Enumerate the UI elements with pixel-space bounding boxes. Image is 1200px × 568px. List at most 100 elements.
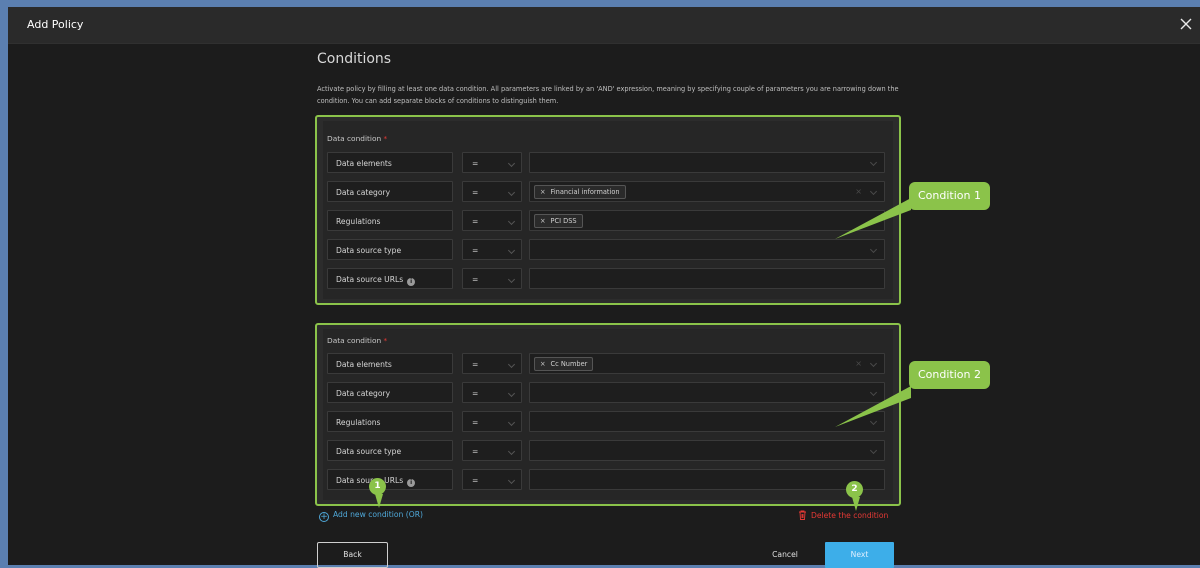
close-icon[interactable] [1178, 16, 1194, 32]
operator-select[interactable]: = [462, 382, 522, 403]
chevron-down-icon [507, 389, 516, 398]
badge-pointer [375, 494, 383, 508]
tag-label: PCI DSS [550, 217, 577, 225]
chevron-down-icon [507, 447, 516, 456]
back-button[interactable]: Back [317, 542, 388, 568]
callout-pointer [835, 386, 911, 427]
add-condition-label: Add new condition (OR) [333, 510, 423, 519]
param-data-category: Data category [327, 181, 453, 202]
operator-select[interactable]: = [462, 152, 522, 173]
modal-content: Conditions Activate policy by filling at… [8, 44, 1200, 568]
param-regulations: Regulations [327, 210, 453, 231]
operator-select[interactable]: = [462, 181, 522, 202]
badge-pointer [852, 497, 860, 511]
next-button[interactable]: Next [825, 542, 894, 568]
value-select[interactable]: × Financial information × [529, 181, 885, 202]
operator-select[interactable]: = [462, 353, 522, 374]
operator-value: = [472, 188, 479, 197]
param-regulations: Regulations [327, 411, 453, 432]
cancel-button[interactable]: Cancel [760, 542, 810, 568]
param-label: Data source URLs [336, 275, 404, 284]
callout-condition-2: Condition 2 [909, 361, 990, 389]
chevron-down-icon [507, 159, 516, 168]
chevron-down-icon [507, 217, 516, 226]
value-select[interactable] [529, 382, 885, 403]
operator-select[interactable]: = [462, 469, 522, 490]
operator-value: = [472, 476, 479, 485]
required-mark: * [383, 134, 388, 143]
modal-title: Add Policy [27, 18, 84, 31]
delete-condition-label: Delete the condition [811, 511, 889, 520]
chevron-down-icon [507, 188, 516, 197]
operator-select[interactable]: = [462, 411, 522, 432]
chevron-down-icon [869, 158, 878, 167]
tag-remove-icon[interactable]: × [540, 360, 546, 368]
info-icon[interactable]: i [407, 278, 416, 286]
chevron-down-icon [507, 246, 516, 255]
value-select[interactable] [529, 411, 885, 432]
value-select[interactable] [529, 440, 885, 461]
chevron-down-icon [507, 418, 516, 427]
param-data-elements: Data elements [327, 353, 453, 374]
value-select[interactable]: × PCI DSS [529, 210, 885, 231]
clear-icon[interactable]: × [855, 359, 862, 368]
plus-circle-icon: + [319, 512, 329, 522]
section-description: Activate policy by filling at least one … [317, 85, 899, 105]
value-input[interactable] [529, 469, 885, 490]
param-label: Data category [336, 389, 391, 398]
param-data-source-urls: Data source URLs i [327, 268, 453, 289]
param-data-source-type: Data source type [327, 239, 453, 260]
operator-value: = [472, 246, 479, 255]
step-badge-1: 1 [369, 478, 386, 495]
chevron-down-icon [507, 476, 516, 485]
trash-icon [798, 510, 807, 522]
value-select[interactable] [529, 152, 885, 173]
param-data-source-type: Data source type [327, 440, 453, 461]
operator-select[interactable]: = [462, 239, 522, 260]
operator-value: = [472, 159, 479, 168]
value-select[interactable] [529, 239, 885, 260]
value-tag: × Financial information [534, 185, 626, 199]
param-data-category: Data category [327, 382, 453, 403]
operator-value: = [472, 217, 479, 226]
operator-value: = [472, 418, 479, 427]
value-input[interactable] [529, 268, 885, 289]
tag-remove-icon[interactable]: × [540, 188, 546, 196]
condition-block-2: Data condition * Data elements = × Cc Num… [315, 323, 901, 506]
param-data-source-urls: Data source URLs i [327, 469, 453, 490]
param-label: Regulations [336, 418, 381, 427]
callout-condition-1: Condition 1 [909, 182, 990, 210]
operator-value: = [472, 275, 479, 284]
value-tag: × Cc Number [534, 357, 594, 371]
operator-value: = [472, 389, 479, 398]
add-condition-link[interactable]: + Add new condition (OR) [319, 510, 423, 522]
param-label: Data elements [336, 360, 392, 369]
param-label: Data source type [336, 246, 402, 255]
condition-label: Data condition * [327, 336, 387, 345]
operator-select[interactable]: = [462, 268, 522, 289]
param-label: Regulations [336, 217, 381, 226]
chevron-down-icon [507, 360, 516, 369]
operator-value: = [472, 360, 479, 369]
clear-icon[interactable]: × [855, 187, 862, 196]
chevron-down-icon [869, 446, 878, 455]
param-data-elements: Data elements [327, 152, 453, 173]
step-badge-2: 2 [846, 481, 863, 498]
param-label: Data elements [336, 159, 392, 168]
operator-select[interactable]: = [462, 210, 522, 231]
required-mark: * [383, 336, 388, 345]
chevron-down-icon [869, 359, 878, 368]
info-icon[interactable]: i [407, 479, 416, 487]
operator-select[interactable]: = [462, 440, 522, 461]
operator-value: = [472, 447, 479, 456]
chevron-down-icon [869, 187, 878, 196]
section-title: Conditions [317, 51, 392, 67]
tag-remove-icon[interactable]: × [540, 217, 546, 225]
condition-block-1: Data condition * Data elements = Data ca… [315, 115, 901, 305]
callout-pointer [835, 198, 911, 239]
delete-condition-link[interactable]: Delete the condition [798, 510, 888, 522]
value-select[interactable]: × Cc Number × [529, 353, 885, 374]
condition-label-text: Data condition [327, 134, 382, 143]
tag-label: Cc Number [550, 360, 588, 368]
modal-window: Add Policy Conditions Activate policy by… [8, 7, 1200, 568]
